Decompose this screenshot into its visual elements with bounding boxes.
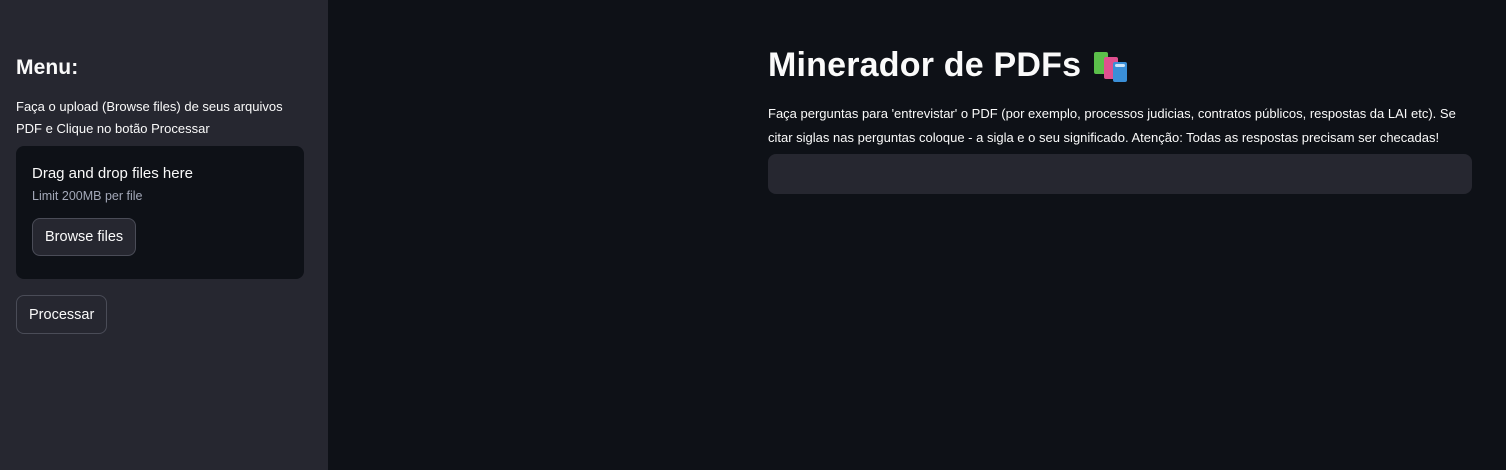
process-button[interactable]: Processar bbox=[16, 295, 108, 334]
app: Menu: Faça o upload (Browse files) de se… bbox=[0, 0, 1506, 470]
books-icon bbox=[1091, 49, 1129, 83]
page-description: Faça perguntas para 'entrevistar' o PDF … bbox=[768, 106, 1456, 145]
main-content: Minerador de PDFs Faça perguntas para 'e… bbox=[768, 46, 1472, 194]
process-button-wrap: Processar bbox=[16, 295, 304, 334]
sidebar-title: Menu: bbox=[16, 56, 79, 79]
title-row: Minerador de PDFs bbox=[768, 46, 1472, 85]
sidebar: Menu: Faça o upload (Browse files) de se… bbox=[0, 0, 328, 470]
question-input[interactable] bbox=[768, 154, 1472, 194]
sidebar-description: Faça o upload (Browse files) de seus arq… bbox=[16, 99, 283, 136]
page-title: Minerador de PDFs bbox=[768, 46, 1082, 84]
main-area: Minerador de PDFs Faça perguntas para 'e… bbox=[328, 0, 1506, 470]
file-uploader-dropzone[interactable]: Drag and drop files here Limit 200MB per… bbox=[16, 146, 304, 279]
dropzone-title: Drag and drop files here bbox=[32, 165, 193, 182]
browse-files-button[interactable]: Browse files bbox=[32, 218, 137, 256]
file-size-limit: Limit 200MB per file bbox=[32, 189, 143, 203]
